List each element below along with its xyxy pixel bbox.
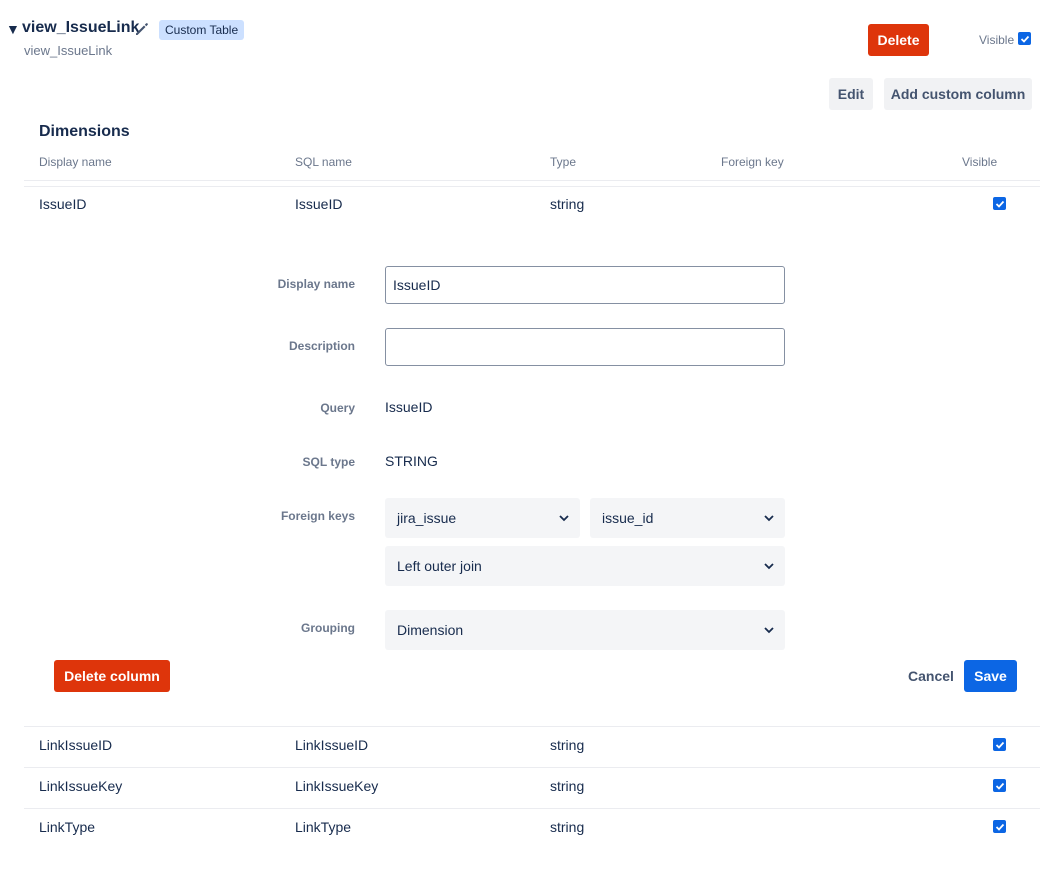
row-divider	[24, 726, 1040, 727]
row-type: string	[550, 778, 585, 794]
row-sql-name: LinkIssueID	[295, 737, 369, 753]
row-sql-name: IssueID	[295, 196, 343, 212]
description-input[interactable]	[385, 328, 785, 366]
row-divider	[24, 767, 1040, 768]
row-divider	[24, 186, 1040, 187]
chevron-down-icon	[764, 563, 774, 570]
row-display-name: LinkIssueKey	[39, 778, 123, 794]
grouping-value: Dimension	[397, 622, 464, 638]
display-name-label: Display name	[277, 277, 355, 291]
row-divider	[24, 808, 1040, 809]
delete-table-button[interactable]: Delete	[868, 24, 929, 56]
foreign-key-column-select[interactable]: issue_id	[590, 498, 785, 538]
row-display-name: IssueID	[39, 196, 87, 212]
checkmark-icon	[995, 741, 1004, 749]
foreign-keys-label: Foreign keys	[280, 509, 355, 523]
table-visible-checkbox[interactable]	[1018, 32, 1031, 45]
join-type-value: Left outer join	[397, 558, 482, 574]
chevron-down-icon	[559, 515, 569, 522]
checkmark-icon	[995, 200, 1004, 208]
column-header-sql-name: SQL name	[295, 155, 352, 169]
collapse-caret-icon[interactable]: ▼	[6, 21, 20, 37]
query-value: IssueID	[385, 399, 433, 415]
row-sql-name: LinkType	[295, 819, 352, 835]
row-type: string	[550, 819, 585, 835]
row-visible-checkbox[interactable]	[993, 779, 1006, 792]
row-visible-checkbox[interactable]	[993, 820, 1006, 833]
display-name-input[interactable]	[385, 266, 785, 304]
cancel-button[interactable]: Cancel	[902, 660, 960, 692]
row-sql-name: LinkIssueKey	[295, 778, 379, 794]
column-header-foreign-key: Foreign key	[721, 155, 784, 169]
grouping-select[interactable]: Dimension	[385, 610, 785, 650]
add-custom-column-button[interactable]: Add custom column	[884, 78, 1032, 110]
table-subtitle: view_IssueLink	[24, 43, 113, 58]
chevron-down-icon	[764, 627, 774, 634]
row-visible-checkbox[interactable]	[993, 197, 1006, 210]
description-label: Description	[288, 339, 355, 353]
row-type: string	[550, 737, 585, 753]
checkmark-icon	[1020, 35, 1029, 43]
checkmark-icon	[995, 782, 1004, 790]
sql-type-value: STRING	[385, 453, 438, 469]
row-display-name: LinkIssueID	[39, 737, 113, 753]
delete-column-button[interactable]: Delete column	[54, 660, 170, 692]
query-label: Query	[320, 401, 355, 415]
foreign-key-table-value: jira_issue	[397, 510, 457, 526]
column-header-display-name: Display name	[39, 155, 112, 169]
save-button[interactable]: Save	[964, 660, 1017, 692]
checkmark-icon	[995, 823, 1004, 831]
row-display-name: LinkType	[39, 819, 96, 835]
edit-button[interactable]: Edit	[829, 78, 873, 110]
foreign-key-table-select[interactable]: jira_issue	[385, 498, 580, 538]
row-visible-checkbox[interactable]	[993, 738, 1006, 751]
foreign-key-column-value: issue_id	[602, 510, 654, 526]
pencil-icon[interactable]	[134, 21, 150, 37]
dimensions-title: Dimensions	[39, 123, 130, 140]
row-type: string	[550, 196, 585, 212]
header-divider	[24, 180, 1040, 181]
grouping-label: Grouping	[301, 621, 355, 635]
column-header-type: Type	[550, 155, 577, 169]
sql-type-label: SQL type	[302, 455, 355, 469]
table-title: view_IssueLink	[22, 19, 140, 36]
table-visible-label: Visible	[979, 33, 1015, 47]
custom-table-badge: Custom Table	[159, 20, 245, 40]
chevron-down-icon	[764, 515, 774, 522]
column-header-visible: Visible	[962, 155, 998, 169]
join-type-select[interactable]: Left outer join	[385, 546, 785, 586]
